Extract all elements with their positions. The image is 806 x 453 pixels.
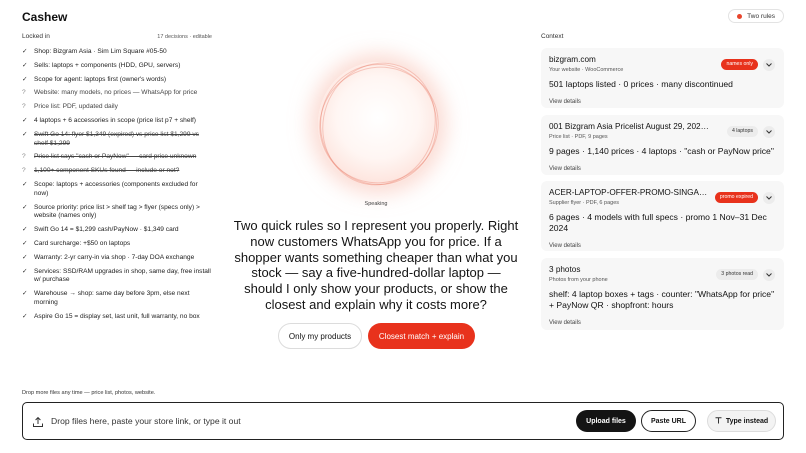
locked-rule-text: Price list: PDF, updated daily [34,103,118,111]
locked-rule[interactable]: ✓ Warehouse → shop: same day before 3pm, … [22,290,212,308]
context-card-title: 001 Bizgram Asia Pricelist August 29, 20… [549,122,709,131]
view-details-link[interactable]: View details [549,320,581,326]
locked-rule-text: Warehouse → shop: same day before 3pm, e… [34,290,190,306]
check-icon: ✓ [22,267,28,275]
check-icon: ✓ [22,130,28,138]
locked-rule-text: 4 laptops + 6 accessories in scope (pric… [34,116,196,124]
view-details-link[interactable]: View details [549,243,581,249]
chevron-down-icon[interactable] [763,269,775,281]
context-card-summary: 9 pages · 1,140 prices · 4 laptops · "ca… [549,146,774,156]
app-title: Cashew [22,10,68,24]
locked-rule-text: Shop: Bizgram Asia · Sim Lim Square #05-… [34,48,167,55]
locked-count[interactable]: 17 decisions · editable [157,34,212,40]
locked-rule-text: Website: many models, no prices — WhatsA… [34,89,198,97]
locked-rule-text: Source priority: price list > shelf tag … [34,203,200,220]
drop-input-placeholder[interactable]: Drop files here, paste your store link, … [51,416,241,426]
locked-rule[interactable]: ? Price list: PDF, updated daily [22,103,212,112]
check-icon: ✓ [22,75,28,83]
agent-question: Two quick rules so I represent you prope… [233,218,519,312]
locked-rule[interactable]: ✓ 4 laptops + 6 accessories in scope (pri… [22,117,212,126]
check-icon: ✓ [22,239,28,247]
locked-rule[interactable]: ? Website: many models, no prices — Whats… [22,89,212,98]
rules-pill-label: Two rules [747,12,775,20]
check-icon: ✓ [22,203,28,211]
status-badge: promo expired [714,192,758,203]
locked-rule-text: Aspire Go 15 = display set, last unit, f… [34,312,200,320]
locked-rule-text: Sells: laptops + components (HDD, GPU, s… [34,61,181,69]
only-my-products-button[interactable]: Only my products [278,323,362,349]
chevron-down-icon[interactable] [763,59,775,71]
chevron-down-icon[interactable] [763,126,775,138]
locked-rule[interactable]: ✓ Scope for agent: laptops first (owner's… [22,76,212,85]
check-icon: ✓ [22,116,28,124]
status-dot-icon [737,13,743,19]
context-card-flyer[interactable]: ACER-LAPTOP-OFFER-PROMO-SINGAPORE.pdf Su… [541,181,784,251]
context-card-summary: 501 laptops listed · 0 prices · many dis… [549,79,733,89]
drop-zone[interactable]: Drop files here, paste your store link, … [22,402,784,440]
locked-rule[interactable]: ? 1,100+ component SKUs found — include o… [22,167,212,176]
paste-url-button[interactable]: Paste URL [641,410,696,432]
locked-rule-text: Scope for agent: laptops first (owner's … [34,75,167,83]
locked-rule-text: Services: SSD/RAM upgrades in shop, same… [34,267,211,284]
context-card-title: bizgram.com [549,55,596,64]
speaking-status: Speaking [364,201,388,207]
locked-title: Locked in [22,33,50,40]
question-icon: ? [22,153,26,161]
view-details-link[interactable]: View details [549,166,581,172]
closest-match-button[interactable]: Closest match + explain [368,323,475,349]
context-card-summary: 6 pages · 4 models with full specs · pro… [549,212,767,233]
locked-rule-text: Price list says "cash or PayNow" — card … [34,153,197,161]
check-icon: ✓ [22,48,28,55]
status-badge: 4 laptops [726,126,758,137]
locked-rule-text: Swift Go 14: flyer $1,349 (expired) vs p… [34,130,199,147]
context-card-website[interactable]: bizgram.com Your website · WooCommerce 5… [541,48,784,108]
locked-rule-text: Scope: laptops + accessories (components… [34,180,198,197]
locked-rule[interactable]: ✓ Swift Go 14: flyer $1,349 (expired) vs … [22,131,212,149]
locked-rule-text: Card surcharge: +$50 on laptops [34,239,131,247]
locked-header: Locked in 17 decisions · editable [22,33,212,40]
locked-rule[interactable]: ✓ Services: SSD/RAM upgrades in shop, sam… [22,268,212,286]
context-card-pricelist[interactable]: 001 Bizgram Asia Pricelist August 29, 20… [541,115,784,175]
context-card-title: 3 photos [549,265,581,274]
locked-rule[interactable]: ✓ Swift Go 14 = $1,299 cash/PayNow · $1,3… [22,226,212,235]
text-cursor-icon [715,416,722,426]
question-icon: ? [22,89,26,97]
question-icon: ? [22,103,26,111]
type-instead-button[interactable]: Type instead [707,410,776,432]
check-icon: ✓ [22,290,28,298]
locked-rule[interactable]: ✓ Source priority: price list > shelf tag… [22,204,212,222]
voice-orb [300,46,458,203]
locked-rule[interactable]: ✓ Scope: laptops + accessories (component… [22,181,212,199]
locked-rule-text: Warranty: 2-yr carry-in via shop · 7-day… [34,253,195,261]
context-card-title: ACER-LAPTOP-OFFER-PROMO-SINGAPORE.pdf [549,188,709,197]
upload-files-button[interactable]: Upload files [576,410,636,432]
status-badge: 3 photos read [716,269,758,280]
locked-rule-text: 1,100+ component SKUs found — include or… [34,167,180,175]
locked-rule[interactable]: ? Price list says "cash or PayNow" — card… [22,153,212,162]
locked-rule[interactable]: ✓ Card surcharge: +$50 on laptops [22,240,212,249]
check-icon: ✓ [22,312,28,320]
view-details-link[interactable]: View details [549,99,581,105]
orb-ring [300,47,458,203]
question-icon: ? [22,167,26,175]
check-icon: ✓ [22,61,28,69]
type-instead-label: Type instead [725,417,769,425]
locked-rule[interactable]: ✓ Sells: laptops + components (HDD, GPU, … [22,62,212,71]
upload-icon [32,415,44,427]
locked-rule[interactable]: ✓ Aspire Go 15 = display set, last unit, … [22,313,212,322]
locked-rule[interactable]: ✓ Warranty: 2-yr carry-in via shop · 7-da… [22,254,212,263]
check-icon: ✓ [22,180,28,188]
check-icon: ✓ [22,253,28,261]
context-card-summary: shelf: 4 laptop boxes + tags · counter: … [549,289,775,310]
context-title: Context [541,33,564,40]
status-badge: names only [721,59,758,70]
drop-hint: Drop more files any time — price list, p… [22,390,156,396]
locked-rule[interactable]: ✓ Shop: Bizgram Asia · Sim Lim Square #05… [22,48,212,57]
check-icon: ✓ [22,226,28,234]
rules-pill[interactable]: Two rules [728,9,784,23]
chevron-down-icon[interactable] [763,192,775,204]
locked-rule-text: Swift Go 14 = $1,299 cash/PayNow · $1,34… [34,226,179,234]
rules-list: ✓ Shop: Bizgram Asia · Sim Lim Square #05… [22,48,212,327]
context-card-photos[interactable]: 3 photos Photos from your phone shelf: 4… [541,258,784,330]
